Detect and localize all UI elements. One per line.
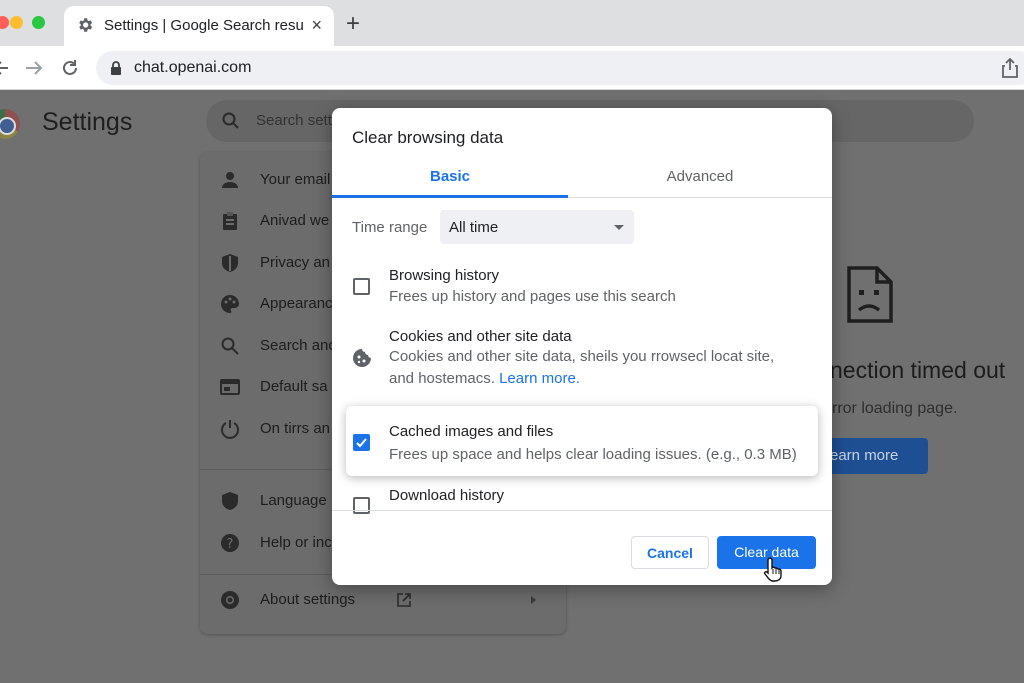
time-range-value: All time (449, 219, 499, 236)
browsing-history-title: Browsing history (389, 267, 500, 284)
browsing-history-desc: Frees up history and pages use this sear… (389, 288, 676, 305)
error-subtitle: rror loading page. (832, 400, 958, 417)
download-history-title: Download history (389, 487, 505, 504)
hand-cursor-icon (763, 557, 782, 582)
browsing-history-checkbox[interactable] (353, 278, 370, 295)
menu-item-label: Anivad we (260, 212, 330, 229)
cookie-icon (353, 349, 371, 367)
chrome-logo-icon (0, 109, 20, 139)
chrome-icon (221, 591, 239, 609)
checkmark-icon (356, 438, 367, 448)
gear-icon (79, 18, 93, 32)
dropdown-caret-icon (614, 225, 624, 230)
menu-item-label: On tirrs an (260, 420, 331, 437)
active-tab-indicator (332, 195, 568, 198)
lock-icon (111, 61, 121, 75)
shield-filled-icon (222, 492, 238, 510)
cached-images-title: Cached images and files (389, 423, 554, 440)
power-icon (221, 420, 239, 439)
help-icon: ? (221, 534, 239, 552)
menu-item-label: Help or inc (260, 534, 332, 551)
menu-item-label: Privacy an (260, 254, 331, 271)
footer-divider (332, 510, 832, 511)
minimize-window-button[interactable] (10, 16, 23, 29)
sad-document-icon (847, 266, 893, 323)
tab-title: Settings | Google Search results (104, 17, 304, 34)
close-window-button[interactable] (0, 16, 9, 29)
learn-more-button[interactable]: earn more (822, 438, 928, 474)
svg-text:?: ? (227, 537, 234, 552)
page-title: Settings (42, 108, 133, 136)
cached-images-option[interactable]: Cached images and files Frees up space a… (346, 406, 818, 476)
error-title: nection timed out (830, 357, 1006, 383)
tab-close-icon[interactable]: × (311, 15, 322, 36)
menu-item-label: Default sa (260, 378, 328, 395)
menu-item-label: Search anc (260, 337, 336, 354)
tab-advanced[interactable]: Advanced (568, 158, 832, 198)
cookies-desc: Cookies and other site data, sheils you … (389, 348, 775, 365)
menu-item-label: Your email (260, 171, 331, 188)
person-icon (222, 172, 238, 188)
cookies-desc-tail: and hostemacs. (389, 370, 495, 387)
active-tab[interactable]: Settings | Google Search results × (64, 6, 334, 46)
clear-browsing-data-dialog: Clear browsing data Basic Advanced Time … (332, 108, 832, 585)
cookies-title: Cookies and other site data (389, 328, 572, 345)
time-range-label: Time range (352, 219, 428, 236)
cancel-button[interactable]: Cancel (631, 536, 709, 569)
back-arrow-icon[interactable] (0, 58, 12, 78)
cached-images-checkbox[interactable] (353, 434, 370, 451)
new-tab-button[interactable]: + (346, 10, 360, 38)
cached-images-desc: Frees up space and helps clear loading i… (389, 446, 797, 463)
forward-arrow-icon[interactable] (24, 58, 44, 78)
reload-icon[interactable] (60, 58, 80, 78)
caret-right-icon (531, 596, 536, 604)
address-bar[interactable]: chat.openai.com (96, 51, 1024, 85)
shield-icon (222, 254, 238, 272)
browser-toolbar: chat.openai.com (0, 46, 1024, 90)
external-link-icon (397, 593, 411, 607)
share-icon[interactable] (1002, 58, 1018, 78)
cookies-desc-line2: and hostemacs. Learn more. (389, 368, 580, 390)
menu-item-label: About settings (260, 591, 356, 608)
menu-item-label: Appearanc (260, 295, 333, 312)
menu-item-label: Language (260, 492, 327, 509)
url-text: chat.openai.com (134, 59, 252, 76)
search-icon (222, 112, 239, 129)
browser-window-icon (220, 379, 240, 395)
clipboard-icon (223, 212, 237, 230)
search-icon (221, 337, 239, 355)
download-history-checkbox[interactable] (353, 497, 370, 514)
palette-icon (221, 295, 239, 313)
dialog-title: Clear browsing data (352, 128, 504, 147)
tab-basic[interactable]: Basic (332, 158, 568, 198)
time-range-select[interactable]: All time (440, 210, 634, 244)
tab-strip: Settings | Google Search results × + (0, 0, 1024, 46)
learn-more-label: earn more (830, 447, 899, 464)
menu-item-about[interactable]: About settings (220, 588, 540, 612)
learn-more-link[interactable]: Learn more. (499, 370, 580, 387)
zoom-window-button[interactable] (32, 16, 45, 29)
dialog-tabs: Basic Advanced (332, 158, 832, 198)
